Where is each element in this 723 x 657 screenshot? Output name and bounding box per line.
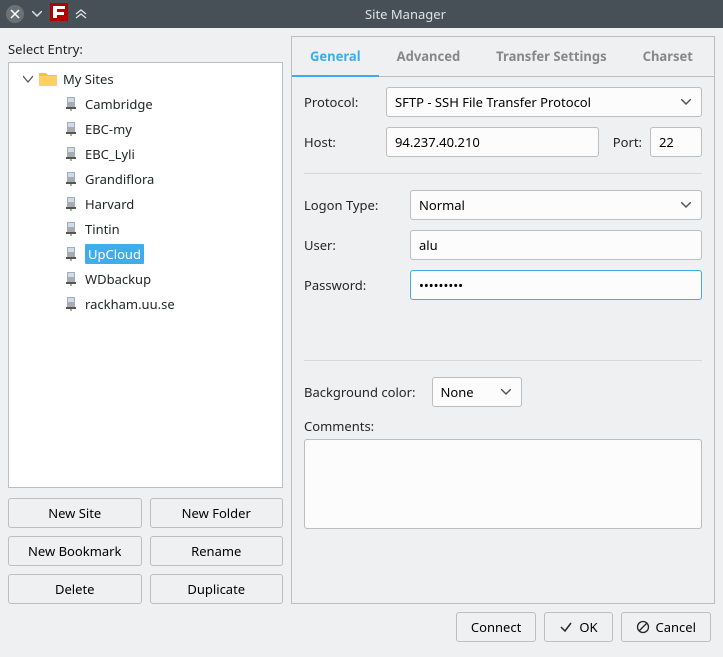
host-input[interactable] — [386, 127, 599, 157]
port-label: Port: — [613, 133, 642, 151]
folder-icon — [39, 71, 57, 87]
port-input[interactable] — [650, 127, 702, 157]
site-tree[interactable]: My Sites CambridgeEBC-myEBC_LyliGrandifl… — [8, 62, 283, 488]
select-entry-label: Select Entry: — [8, 40, 283, 58]
tree-site-item[interactable]: Cambridge — [9, 91, 282, 116]
user-label: User: — [304, 236, 402, 254]
collapse-icon — [23, 74, 33, 84]
server-icon — [65, 97, 77, 111]
tree-site-item[interactable]: Tintin — [9, 216, 282, 241]
new-bookmark-button[interactable]: New Bookmark — [8, 536, 142, 566]
background-color-select[interactable]: None — [432, 377, 522, 407]
tree-site-item[interactable]: Harvard — [9, 191, 282, 216]
background-color-label: Background color: — [304, 383, 416, 401]
folder-name: My Sites — [63, 70, 114, 88]
server-icon — [65, 222, 77, 236]
dropdown-window-button[interactable] — [28, 5, 46, 23]
cancel-button[interactable]: Cancel — [621, 612, 711, 642]
rename-button[interactable]: Rename — [150, 536, 284, 566]
tree-site-item[interactable]: rackham.uu.se — [9, 291, 282, 316]
check-icon — [559, 620, 573, 634]
titlebar: Site Manager — [0, 0, 723, 28]
tree-site-item[interactable]: EBC-my — [9, 116, 282, 141]
divider — [304, 360, 702, 361]
tree-site-item[interactable]: WDbackup — [9, 266, 282, 291]
tab-charset[interactable]: Charset — [625, 37, 711, 76]
tree-site-item[interactable]: EBC_Lyli — [9, 141, 282, 166]
window-title: Site Manager — [94, 5, 717, 23]
server-icon — [65, 247, 77, 261]
new-site-button[interactable]: New Site — [8, 498, 142, 528]
ok-button[interactable]: OK — [544, 612, 612, 642]
server-icon — [65, 172, 77, 186]
connect-button[interactable]: Connect — [456, 612, 536, 642]
delete-button[interactable]: Delete — [8, 574, 142, 604]
new-folder-button[interactable]: New Folder — [150, 498, 284, 528]
comments-label: Comments: — [304, 417, 702, 435]
app-icon — [50, 3, 68, 25]
tab-bar: GeneralAdvancedTransfer SettingsCharset — [292, 37, 714, 77]
server-icon — [65, 297, 77, 311]
server-icon — [65, 272, 77, 286]
duplicate-button[interactable]: Duplicate — [150, 574, 284, 604]
logon-type-label: Logon Type: — [304, 196, 402, 214]
expand-window-button[interactable] — [72, 5, 90, 23]
host-label: Host: — [304, 133, 378, 151]
cancel-icon — [636, 620, 650, 634]
tree-folder-row[interactable]: My Sites — [9, 67, 282, 91]
logon-type-select[interactable]: Normal — [410, 190, 702, 220]
comments-textarea[interactable] — [304, 439, 702, 529]
password-input[interactable] — [410, 270, 702, 300]
divider — [304, 173, 702, 174]
tab-transfer-settings[interactable]: Transfer Settings — [478, 37, 624, 76]
password-label: Password: — [304, 276, 402, 294]
close-window-button[interactable] — [6, 5, 24, 23]
tab-advanced[interactable]: Advanced — [379, 37, 479, 76]
tab-general[interactable]: General — [292, 37, 379, 77]
server-icon — [65, 197, 77, 211]
protocol-select[interactable]: SFTP - SSH File Transfer Protocol — [386, 87, 702, 117]
protocol-label: Protocol: — [304, 93, 378, 111]
tree-site-item[interactable]: UpCloud — [9, 241, 282, 266]
server-icon — [65, 147, 77, 161]
user-input[interactable] — [410, 230, 702, 260]
tree-site-item[interactable]: Grandiflora — [9, 166, 282, 191]
server-icon — [65, 122, 77, 136]
